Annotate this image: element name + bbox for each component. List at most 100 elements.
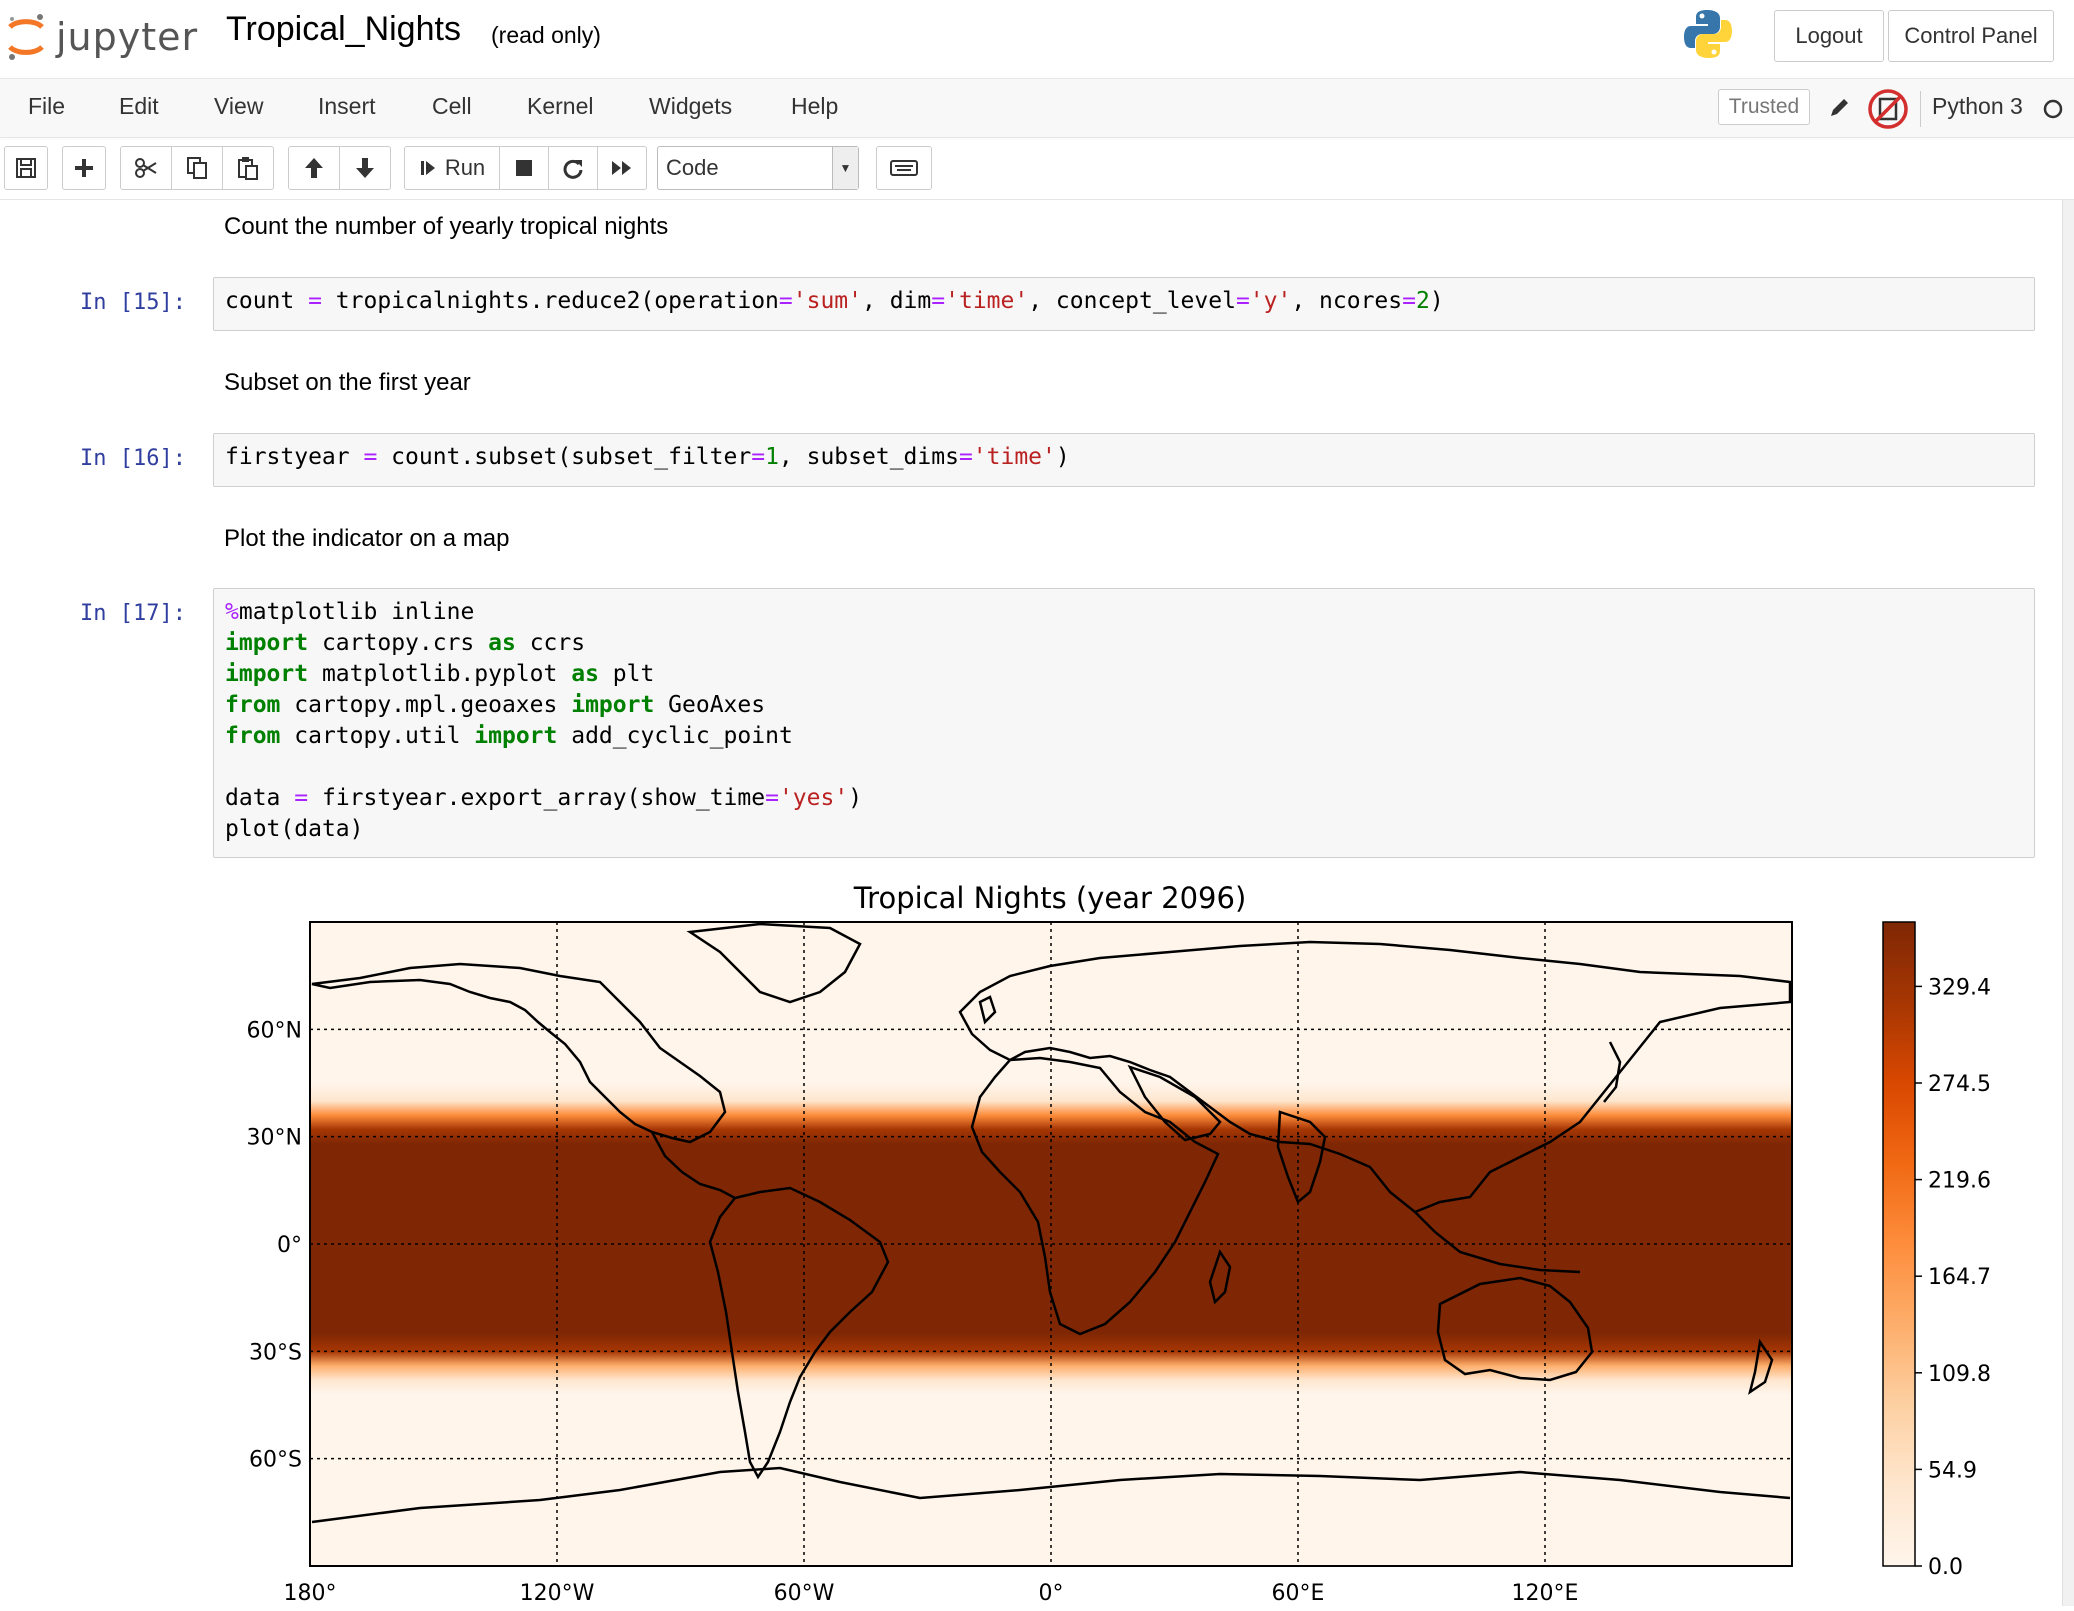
jupyter-logo[interactable]: jupyter	[6, 8, 198, 66]
latitude-tick-labels: 60°N 30°N 0° 30°S 60°S	[247, 1018, 302, 1472]
markdown-cell-plot[interactable]: Plot the indicator on a map	[224, 525, 510, 553]
code-token: data	[225, 785, 281, 811]
code-token: matplotlib.pyplot	[321, 661, 558, 687]
code-token: cartopy.mpl.geoaxes	[294, 692, 558, 718]
restart-kernel-button[interactable]	[548, 146, 598, 190]
notebook-title[interactable]: Tropical_Nights	[226, 10, 461, 49]
save-button[interactable]	[4, 146, 48, 190]
colorbar-tick-labels: 329.4 274.5 219.6 164.7 109.8 54.9 0.0	[1915, 975, 1991, 1580]
colorbar-tick-label: 54.9	[1928, 1458, 1977, 1483]
cell-type-value: Code	[666, 155, 719, 180]
move-down-button[interactable]	[339, 146, 391, 190]
chevron-down-icon: ▼	[832, 147, 858, 189]
code-token: =	[751, 444, 766, 470]
code-token: 'time'	[945, 288, 1029, 314]
code-token: ccrs	[529, 630, 586, 656]
code-token: )	[1055, 444, 1070, 470]
colorbar-tick-label: 0.0	[1928, 1555, 1963, 1580]
scrollbar[interactable]	[2062, 200, 2074, 1606]
latitude-tick-label: 30°N	[247, 1126, 302, 1151]
longitude-tick-label: 180°	[284, 1581, 337, 1606]
fast-forward-icon	[612, 161, 631, 175]
code-line: %matplotlib inline	[225, 597, 2023, 628]
code-token: import	[225, 630, 309, 656]
code-line: from cartopy.mpl.geoaxes import GeoAxes	[225, 690, 2023, 721]
menu-view[interactable]: View	[214, 93, 263, 120]
plus-icon	[75, 159, 93, 177]
code-token: as	[488, 630, 516, 656]
markdown-cell-subset[interactable]: Subset on the first year	[224, 369, 471, 397]
code-token: cartopy.crs	[321, 630, 475, 656]
insert-cell-button[interactable]	[62, 146, 106, 190]
move-up-button[interactable]	[288, 146, 340, 190]
code-token: , dim	[862, 288, 932, 314]
code-token: inline	[391, 599, 475, 625]
jupyter-logo-icon	[8, 14, 44, 60]
code-token: , concept_level	[1028, 288, 1236, 314]
copy-icon	[187, 157, 207, 179]
code-token: matplotlib	[238, 599, 378, 625]
code-cell-16[interactable]: firstyear = count.subset(subset_filter=1…	[213, 433, 2035, 487]
code-cell-15[interactable]: count = tropicalnights.reduce2(operation…	[213, 277, 2035, 331]
colorbar-tick-label: 274.5	[1928, 1072, 1991, 1097]
markdown-cell-count[interactable]: Count the number of yearly tropical nigh…	[224, 213, 668, 241]
latitude-tick-label: 30°S	[249, 1340, 302, 1365]
copy-button[interactable]	[171, 146, 223, 190]
trusted-indicator[interactable]: Trusted	[1718, 89, 1810, 125]
code-token: =	[294, 785, 309, 811]
longitude-tick-labels: 180° 120°W 60°W 0° 60°E 120°E	[284, 1581, 1579, 1606]
colorbar-tick-label: 164.7	[1928, 1265, 1991, 1290]
restart-run-all-button[interactable]	[597, 146, 647, 190]
cut-button[interactable]	[120, 146, 172, 190]
code-token: GeoAxes	[668, 692, 766, 718]
code-token: firstyear	[225, 444, 350, 470]
paste-button[interactable]	[222, 146, 274, 190]
menu-cell[interactable]: Cell	[432, 93, 472, 120]
longitude-tick-label: 60°E	[1272, 1581, 1325, 1606]
menu-kernel[interactable]: Kernel	[527, 93, 593, 120]
kernel-name[interactable]: Python 3	[1932, 93, 2023, 120]
code-token: =	[931, 288, 946, 314]
control-panel-button[interactable]: Control Panel	[1888, 10, 2054, 62]
menu-widgets[interactable]: Widgets	[649, 93, 732, 120]
command-palette-button[interactable]	[876, 146, 932, 190]
longitude-tick-label: 120°W	[520, 1581, 595, 1606]
cell-type-select[interactable]: Code ▼	[657, 146, 859, 190]
code-token: 'time'	[972, 444, 1056, 470]
menu-file[interactable]: File	[28, 93, 65, 120]
read-only-notebook-icon	[1868, 89, 1908, 129]
latitude-tick-label: 60°S	[249, 1448, 302, 1473]
code-token: 2	[1415, 288, 1430, 314]
code-token: )	[848, 785, 863, 811]
logout-button[interactable]: Logout	[1774, 10, 1884, 62]
code-token: =	[1235, 288, 1250, 314]
code-cell-17[interactable]: %matplotlib inline import cartopy.crs as …	[213, 588, 2035, 858]
code-token: 'yes'	[778, 785, 849, 811]
pencil-icon[interactable]	[1826, 95, 1852, 121]
code-line: plot(data)	[225, 814, 2023, 845]
code-token: =	[765, 785, 779, 811]
python-logo-icon	[1684, 10, 1732, 58]
menu-help[interactable]: Help	[791, 93, 838, 120]
code-line: import matplotlib.pyplot as plt	[225, 659, 2023, 690]
output-figure: Tropical Nights (year 2096) 60°N 30°N 0°…	[220, 872, 2060, 1606]
menu-edit[interactable]: Edit	[119, 93, 159, 120]
tropical-nights-map-chart: Tropical Nights (year 2096) 60°N30°N0°30…	[247, 881, 1991, 1606]
interrupt-button[interactable]	[499, 146, 549, 190]
code-token: tropicalnights.reduce2(operation	[335, 288, 779, 314]
run-button[interactable]: Run	[404, 146, 500, 190]
input-prompt-16: In [16]:	[80, 446, 186, 471]
code-token: =	[349, 444, 392, 470]
code-token: )	[1429, 288, 1444, 314]
menu-insert[interactable]: Insert	[318, 93, 376, 120]
code-token: %	[225, 599, 239, 625]
